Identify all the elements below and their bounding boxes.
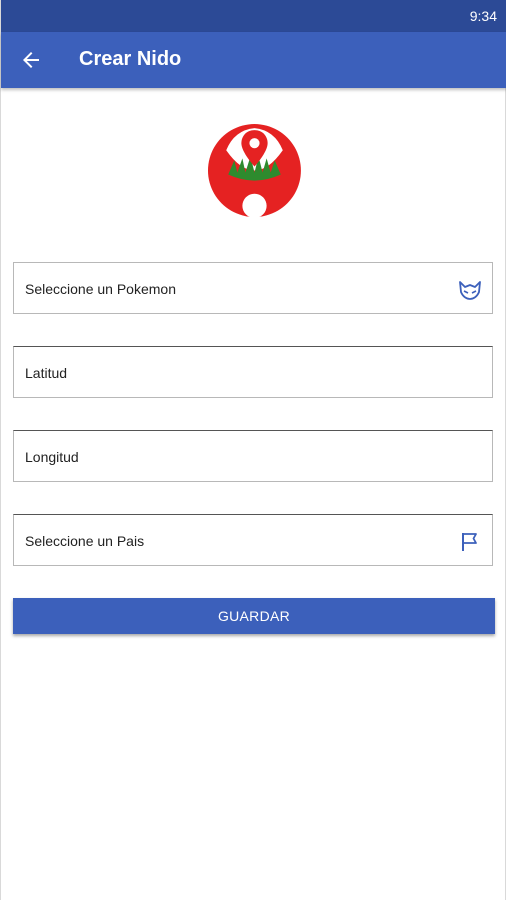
status-time: 9:34 — [469, 8, 497, 24]
app-bar: Crear Nido — [1, 32, 506, 88]
app-logo — [204, 120, 305, 221]
country-select-label: Seleccione un Pais — [25, 533, 145, 549]
latitude-field-text: Latitud — [25, 365, 68, 381]
pokemon-mask-icon — [458, 278, 482, 302]
status-bar: 9:34 — [1, 0, 506, 32]
save-button[interactable]: GUARDAR — [13, 598, 495, 634]
pokemon-select-label: Seleccione un Pokemon — [25, 281, 176, 297]
page-title: Crear Nido — [79, 48, 182, 70]
latitude-field[interactable]: Latitud — [13, 346, 493, 398]
longitude-field-text: Longitud — [25, 449, 79, 465]
flag-icon — [458, 530, 482, 554]
country-select[interactable]: Seleccione un Pais — [13, 514, 493, 566]
back-arrow-icon[interactable] — [19, 48, 43, 72]
pokemon-select[interactable]: Seleccione un Pokemon — [13, 262, 493, 314]
longitude-field[interactable]: Longitud — [13, 430, 493, 482]
